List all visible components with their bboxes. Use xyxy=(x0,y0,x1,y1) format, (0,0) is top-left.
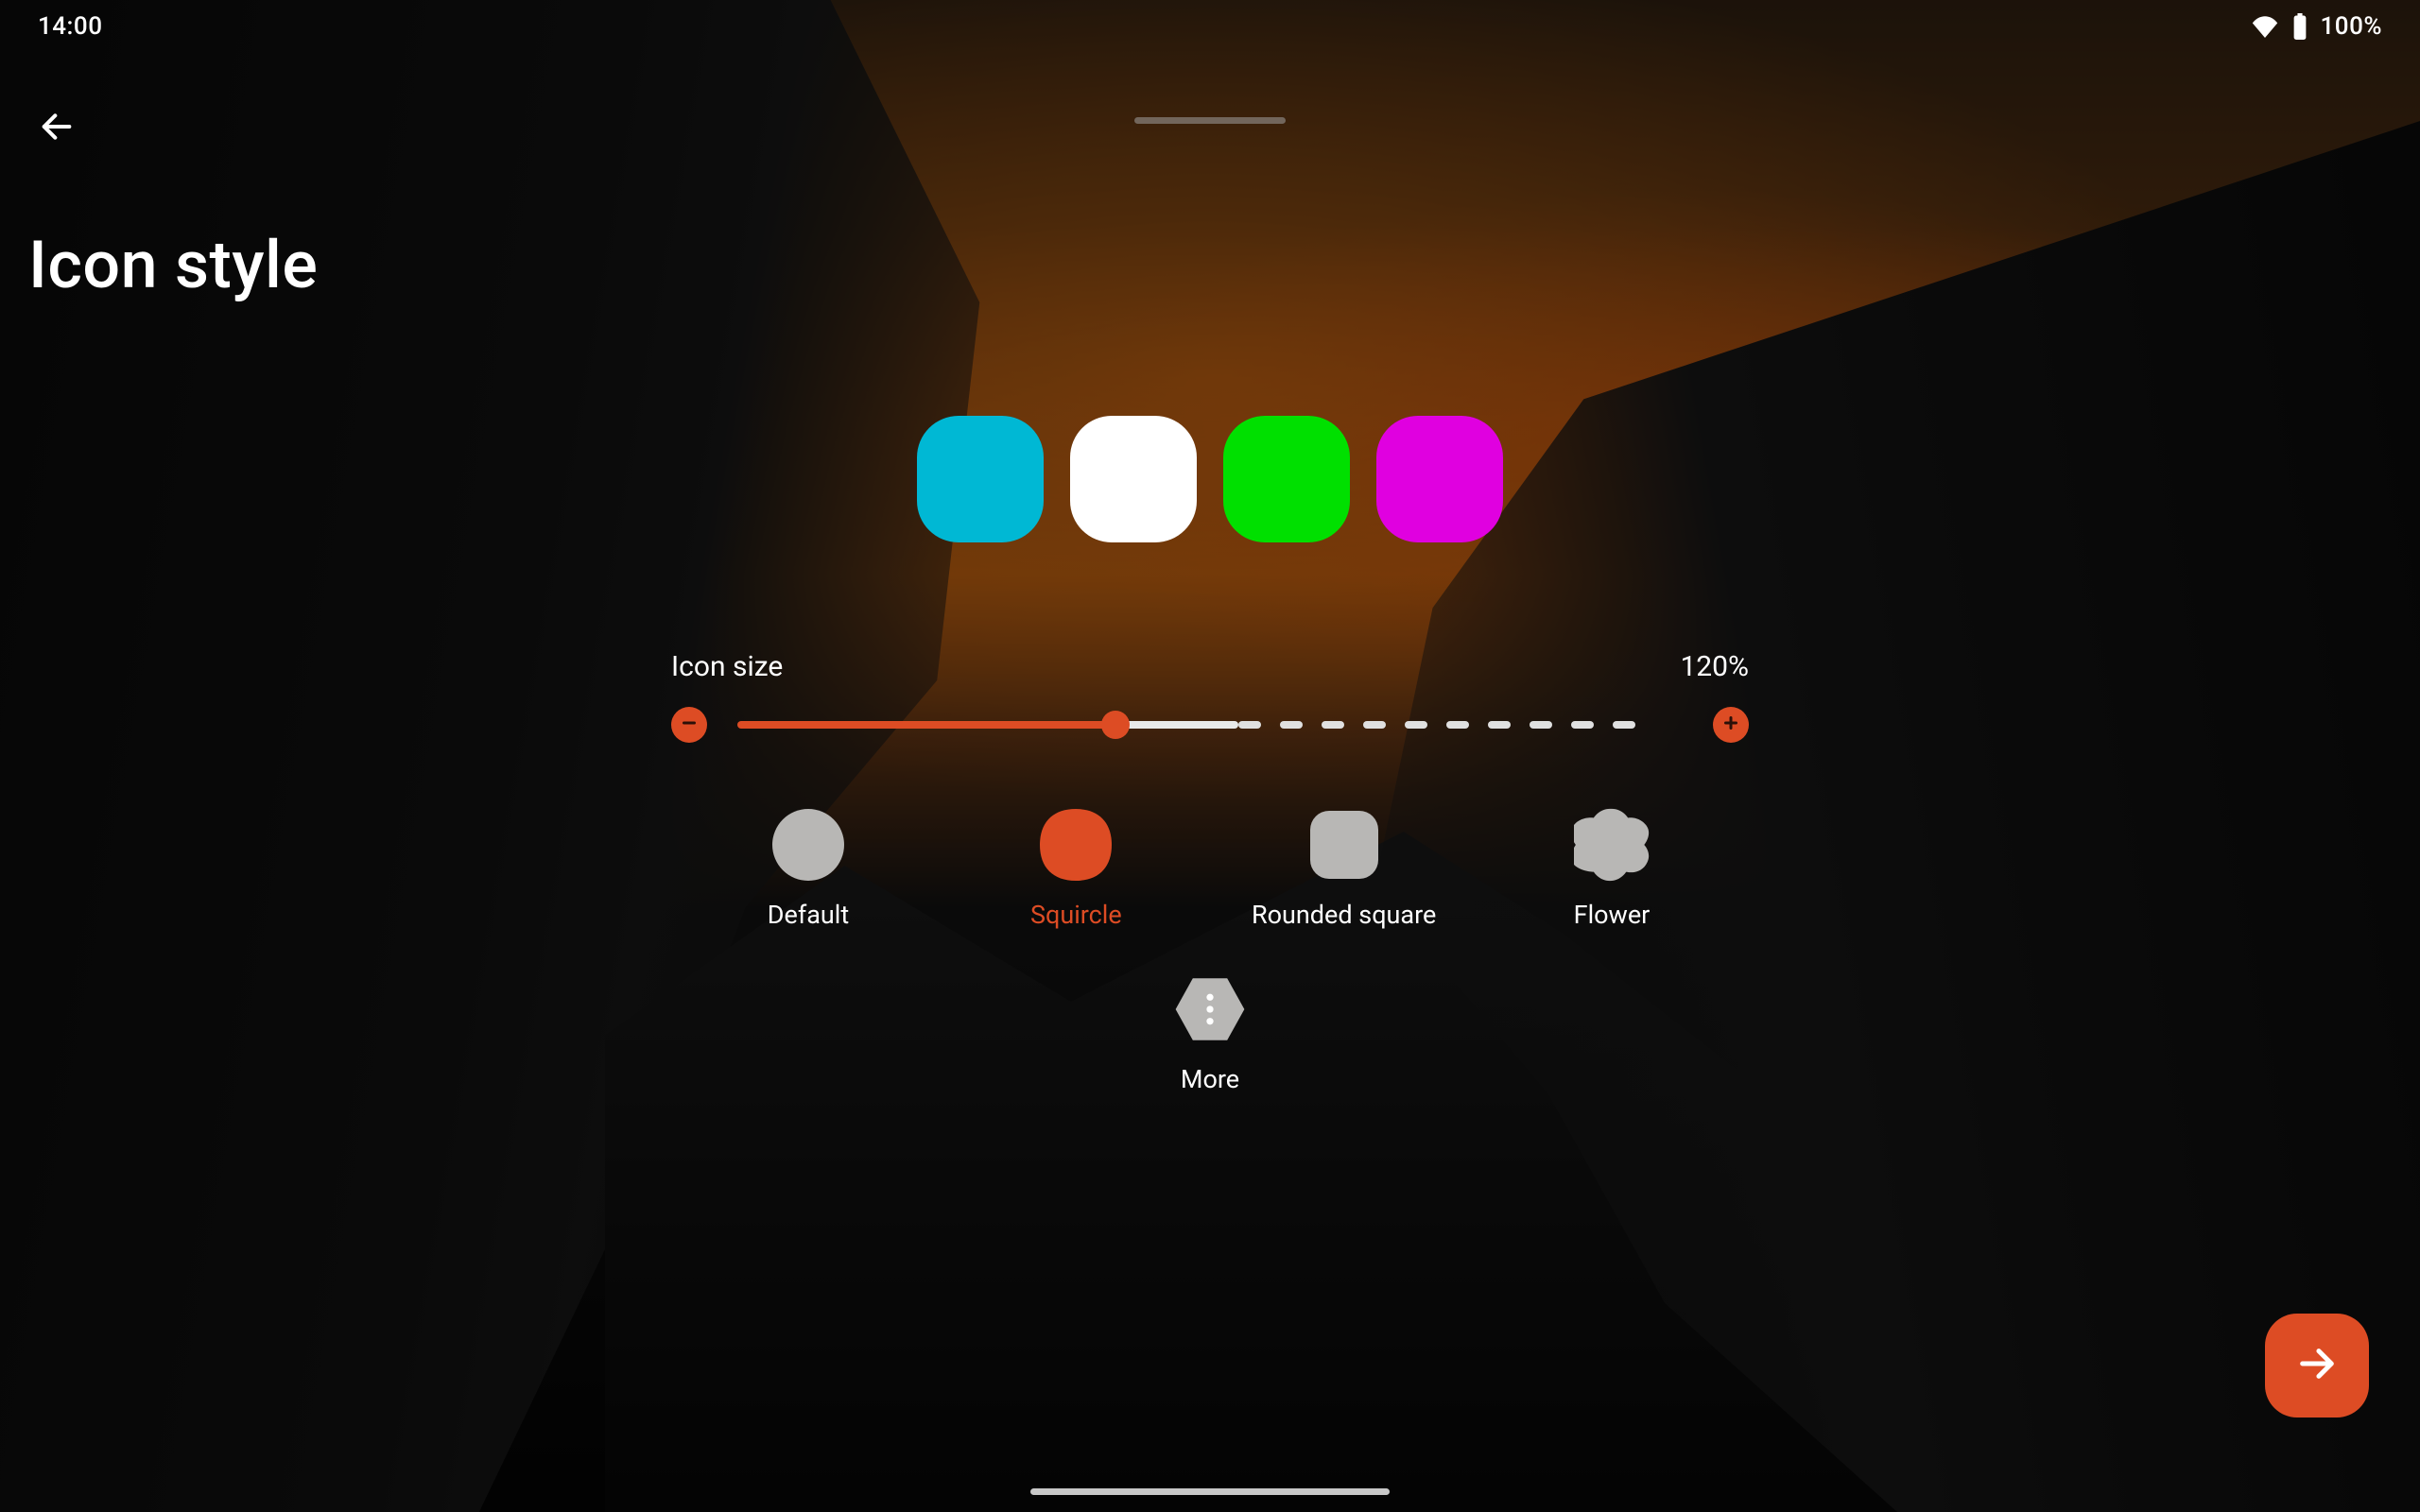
icon-size-slider xyxy=(671,707,1749,743)
shape-label: More xyxy=(1181,1064,1239,1094)
circle-icon xyxy=(770,807,846,883)
wallpaper xyxy=(0,0,2420,1512)
icon-size-value: 120% xyxy=(1680,650,1749,683)
minus-icon xyxy=(680,713,699,736)
icon-size-row: Icon size 120% xyxy=(671,650,1749,683)
battery-icon xyxy=(2292,13,2308,40)
preview-icon xyxy=(1376,416,1503,542)
shape-option-default[interactable]: Default xyxy=(709,807,908,930)
battery-percent: 100% xyxy=(2321,12,2382,41)
flower-icon xyxy=(1574,807,1650,883)
slider-thumb[interactable] xyxy=(1101,711,1130,739)
shape-option-rounded-square[interactable]: Rounded square xyxy=(1245,807,1443,930)
back-button[interactable] xyxy=(32,104,81,153)
icon-size-label: Icon size xyxy=(671,650,783,683)
slider-track[interactable] xyxy=(737,720,1683,730)
rounded-square-icon xyxy=(1306,807,1382,883)
status-bar: 14:00 100% xyxy=(0,0,2420,53)
wifi-icon xyxy=(2251,15,2279,38)
shape-option-more[interactable]: More xyxy=(1111,971,1309,1094)
plus-icon xyxy=(1721,713,1740,736)
decrease-button[interactable] xyxy=(671,707,707,743)
icon-preview-row xyxy=(917,416,1503,542)
shape-option-flower[interactable]: Flower xyxy=(1512,807,1711,930)
squircle-icon xyxy=(1038,807,1114,883)
shape-label: Default xyxy=(768,900,849,930)
shape-option-squircle[interactable]: Squircle xyxy=(977,807,1175,930)
gesture-bar[interactable] xyxy=(1030,1488,1390,1495)
shape-label: Flower xyxy=(1574,900,1651,930)
preview-icon xyxy=(917,416,1044,542)
arrow-right-icon xyxy=(2295,1342,2339,1389)
page-title: Icon style xyxy=(28,227,318,304)
status-time: 14:00 xyxy=(38,12,102,41)
next-button[interactable] xyxy=(2265,1314,2369,1418)
shape-label: Squircle xyxy=(1030,900,1122,930)
preview-icon xyxy=(1223,416,1350,542)
drag-handle[interactable] xyxy=(1134,117,1286,124)
shape-label: Rounded square xyxy=(1252,900,1436,930)
shape-options: Default Squircle Rounded square Flower xyxy=(709,807,1711,930)
hexagon-more-icon xyxy=(1172,971,1248,1047)
arrow-left-icon xyxy=(38,108,76,149)
preview-icon xyxy=(1070,416,1197,542)
increase-button[interactable] xyxy=(1713,707,1749,743)
